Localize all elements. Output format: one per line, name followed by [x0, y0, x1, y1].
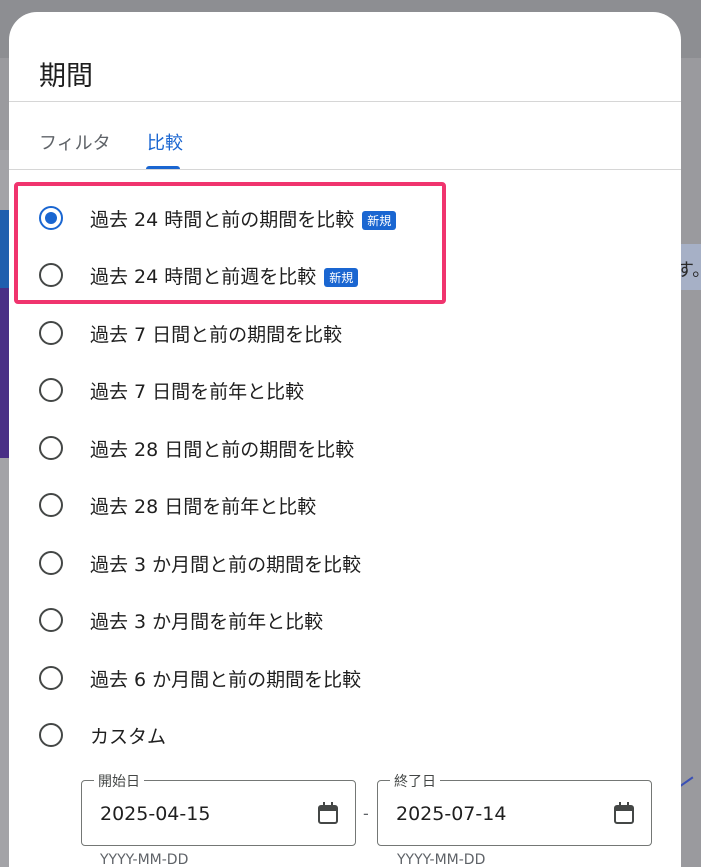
radio-button[interactable]: [39, 666, 63, 690]
start-date-field[interactable]: 開始日 2025-04-15: [81, 771, 356, 846]
option-label: 過去 24 時間と前週を比較 新規: [90, 262, 359, 289]
calendar-icon[interactable]: [317, 801, 339, 825]
radio-button[interactable]: [39, 551, 63, 575]
radio-button[interactable]: [39, 378, 63, 402]
option-28d-previous-period[interactable]: 過去 28 日間と前の期間を比較: [39, 428, 354, 468]
new-badge: 新規: [362, 210, 397, 230]
calendar-icon[interactable]: [613, 801, 635, 825]
title-divider: [9, 101, 681, 102]
start-date-helper: YYYY-MM-DD: [100, 852, 189, 867]
option-label: 過去 7 日間を前年と比較: [90, 380, 305, 403]
option-label: 過去 6 か月間と前の期間を比較: [90, 668, 362, 691]
radio-button[interactable]: [39, 436, 63, 460]
end-date-field[interactable]: 終了日 2025-07-14: [377, 771, 652, 846]
option-label: 過去 7 日間と前の期間を比較: [90, 323, 343, 346]
option-3m-previous-year[interactable]: 過去 3 か月間を前年と比較: [39, 600, 323, 640]
option-label: 過去 28 日間を前年と比較: [90, 495, 317, 518]
end-date-label: 終了日: [390, 771, 440, 791]
tabs-divider: [9, 169, 681, 170]
radio-button[interactable]: [39, 493, 63, 517]
option-custom[interactable]: カスタム: [39, 715, 166, 755]
radio-button[interactable]: [39, 608, 63, 632]
option-label: 過去 28 日間と前の期間を比較: [90, 438, 355, 461]
start-date-label: 開始日: [94, 771, 144, 791]
radio-button[interactable]: [39, 321, 63, 345]
start-date-input[interactable]: 2025-04-15: [100, 803, 210, 825]
option-label: 過去 3 か月間と前の期間を比較: [90, 553, 362, 576]
date-range-separator: -: [363, 804, 369, 823]
radio-button[interactable]: [39, 263, 63, 287]
option-label: 過去 24 時間と前の期間を比較 新規: [90, 205, 397, 232]
option-label: カスタム: [90, 725, 167, 748]
option-label: 過去 3 か月間を前年と比較: [90, 610, 324, 633]
option-24h-previous-period[interactable]: 過去 24 時間と前の期間を比較 新規: [39, 198, 397, 238]
radio-button[interactable]: [39, 723, 63, 747]
option-28d-previous-year[interactable]: 過去 28 日間を前年と比較: [39, 485, 316, 525]
radio-button-selected[interactable]: [39, 206, 63, 230]
option-24h-previous-week[interactable]: 過去 24 時間と前週を比較 新規: [39, 255, 359, 295]
tab-filter[interactable]: フィルタ: [39, 129, 111, 155]
new-badge: 新規: [324, 267, 359, 287]
option-3m-previous-period[interactable]: 過去 3 か月間と前の期間を比較: [39, 543, 361, 583]
option-7d-previous-year[interactable]: 過去 7 日間を前年と比較: [39, 370, 304, 410]
tab-compare[interactable]: 比較: [147, 129, 183, 155]
end-date-input[interactable]: 2025-07-14: [396, 803, 506, 825]
option-7d-previous-period[interactable]: 過去 7 日間と前の期間を比較: [39, 313, 342, 353]
period-dialog: 期間 フィルタ 比較 過去 24 時間と前の期間を比較 新規 過去 24 時間と前…: [9, 12, 681, 867]
dialog-title: 期間: [39, 61, 93, 92]
option-6m-previous-period[interactable]: 過去 6 か月間と前の期間を比較: [39, 658, 361, 698]
end-date-helper: YYYY-MM-DD: [397, 852, 486, 867]
